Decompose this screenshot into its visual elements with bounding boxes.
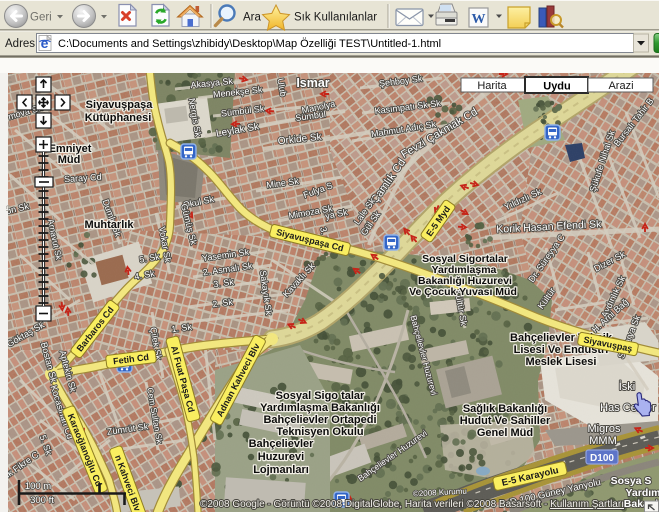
- svg-text:C:\Documents and Settings\zhib: C:\Documents and Settings\zhibidy\Deskto…: [58, 38, 441, 50]
- svg-text:e: e: [41, 35, 49, 51]
- svg-text:Migros: Migros: [587, 423, 621, 435]
- svg-text:Teknisyen Okulu: Teknisyen Okulu: [276, 426, 363, 438]
- svg-text:Uydu: Uydu: [543, 81, 571, 93]
- svg-text:Ara: Ara: [243, 12, 262, 24]
- svg-text:Hudut Ve Sahiller: Hudut Ve Sahiller: [460, 415, 551, 427]
- svg-text:Arazi: Arazi: [608, 80, 633, 92]
- svg-text:Kütüphanesi: Kütüphanesi: [85, 112, 152, 124]
- svg-text:100 m: 100 m: [25, 481, 51, 492]
- svg-text:Sık Kullanılanlar: Sık Kullanılanlar: [294, 12, 377, 24]
- svg-text:Genel Müd: Genel Müd: [477, 427, 533, 439]
- svg-text:Bahçelievler Ortapedi: Bahçelievler Ortapedi: [263, 414, 376, 426]
- svg-text:Muhtarlık: Muhtarlık: [85, 219, 135, 231]
- svg-text:Lojmanları: Lojmanları: [253, 464, 309, 476]
- svg-text:Siyavuşpaşa: Siyavuşpaşa: [86, 99, 154, 111]
- svg-text:Sosyal Sigo talar: Sosyal Sigo talar: [276, 390, 365, 402]
- svg-text:Meslek Lisesi: Meslek Lisesi: [526, 356, 597, 368]
- svg-text:İski: İski: [619, 380, 636, 393]
- svg-text:Huzurevi: Huzurevi: [258, 451, 304, 463]
- svg-text:Geri: Geri: [30, 12, 52, 24]
- svg-text:MMM: MMM: [589, 435, 617, 447]
- svg-text:W: W: [472, 12, 486, 27]
- svg-text:el: el: [4, 205, 13, 211]
- svg-text:Sosya S: Sosya S: [611, 475, 652, 487]
- svg-text:Ve Çocuk Yuvası Müd: Ve Çocuk Yuvası Müd: [409, 286, 517, 298]
- svg-text:Bahçelievler: Bahçelievler: [249, 438, 315, 450]
- svg-text:©2008 Google - Görüntü ©2008 D: ©2008 Google - Görüntü ©2008 DigitalGlob…: [200, 499, 624, 510]
- svg-text:300 ft: 300 ft: [30, 495, 54, 506]
- svg-text:Adres: Adres: [5, 38, 35, 50]
- svg-text:Yardımlaşma Bakanlığı: Yardımlaşma Bakanlığı: [260, 402, 380, 414]
- svg-text:Müd: Müd: [58, 154, 81, 166]
- svg-text:Harita: Harita: [477, 80, 507, 92]
- svg-text:Sağlık Bakanlığı: Sağlık Bakanlığı: [463, 403, 547, 415]
- svg-text:Ismar: Ismar: [296, 76, 329, 90]
